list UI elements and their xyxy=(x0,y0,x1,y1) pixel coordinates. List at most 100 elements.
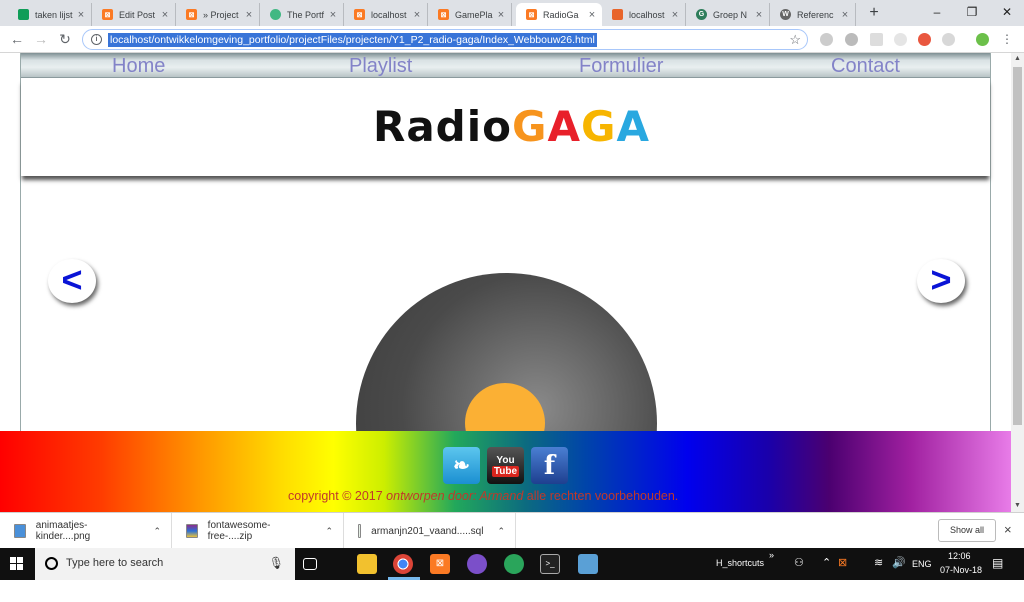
search-placeholder: Type here to search xyxy=(66,557,164,569)
windows-taskbar: Type here to search 🎙 ⊠ >_ H_shortcuts »… xyxy=(0,548,1024,580)
chevron-up-icon[interactable]: ⌃ xyxy=(153,526,161,537)
tab-5[interactable]: ⊠ GamePla × xyxy=(428,3,512,26)
cortana-icon xyxy=(45,557,58,570)
terminal-icon[interactable]: >_ xyxy=(540,554,560,574)
notifications-icon[interactable]: ▤ xyxy=(992,556,1003,570)
nav-playlist[interactable]: Playlist xyxy=(349,55,412,78)
url-text[interactable]: localhost/ontwikkelomgeving_portfolio/pr… xyxy=(108,33,597,47)
tab-title: localhost xyxy=(371,9,407,20)
radio-gaga-logo: RadioGAGA xyxy=(373,102,650,151)
extension-icon[interactable] xyxy=(942,33,955,46)
bookmark-star-icon[interactable]: ☆ xyxy=(789,32,801,48)
copyright-author: ontworpen door: Armand xyxy=(386,489,524,503)
xampp-icon: ⊠ xyxy=(526,9,537,20)
new-tab-button[interactable]: + xyxy=(864,3,884,23)
windows-start-icon[interactable] xyxy=(10,557,24,571)
next-slide-button[interactable]: > xyxy=(917,259,965,303)
microphone-icon[interactable]: 🎙 xyxy=(269,556,284,570)
tab-2[interactable]: ⊠ » Project × xyxy=(176,3,260,26)
app-blue-icon[interactable] xyxy=(578,554,598,574)
profile-icon[interactable] xyxy=(976,33,989,46)
expand-toolbar-icon[interactable]: » xyxy=(769,550,774,560)
browser-toolbar: ← → ↻ i localhost/ontwikkelomgeving_port… xyxy=(0,26,1024,53)
twitter-bird: ❧ xyxy=(453,455,470,477)
task-view-icon[interactable] xyxy=(303,558,317,570)
forward-button[interactable]: → xyxy=(32,30,50,48)
twitter-icon[interactable]: ❧ xyxy=(443,447,480,484)
extension-icon[interactable] xyxy=(870,33,883,46)
download-item[interactable]: fontawesome-free-....zip ⌃ xyxy=(172,513,344,549)
app-green-icon[interactable] xyxy=(504,554,524,574)
tab-9[interactable]: W Referenc × xyxy=(770,3,856,26)
language-indicator[interactable]: ENG xyxy=(912,559,932,569)
close-icon[interactable]: × xyxy=(159,9,171,21)
window-close-button[interactable]: ✕ xyxy=(990,0,1024,24)
close-icon[interactable]: × xyxy=(75,9,87,21)
close-icon[interactable]: × xyxy=(243,9,255,21)
file-explorer-icon[interactable] xyxy=(357,554,377,574)
restore-button[interactable]: ❐ xyxy=(955,0,989,24)
chevron-up-icon[interactable]: ⌃ xyxy=(497,526,505,537)
close-icon[interactable]: × xyxy=(586,9,598,21)
tab-4[interactable]: ⊠ localhost × xyxy=(344,3,428,26)
xampp-tray-icon[interactable]: ⊠ xyxy=(838,556,847,569)
extension-icon[interactable] xyxy=(820,33,833,46)
close-icon[interactable]: × xyxy=(669,9,681,21)
youtube-icon[interactable]: You Tube xyxy=(487,447,524,484)
page-scrollbar[interactable]: ▲ ▼ xyxy=(1011,53,1024,512)
close-icon[interactable]: × xyxy=(495,9,507,21)
copyright-post: alle rechten voorbehouden. xyxy=(523,489,679,503)
close-downloads-icon[interactable]: × xyxy=(1004,522,1012,537)
scroll-up-arrow[interactable]: ▲ xyxy=(1011,53,1024,65)
clock-time[interactable]: 12:06 xyxy=(948,551,971,561)
xampp-taskbar-icon[interactable]: ⊠ xyxy=(430,554,450,574)
extension-icon[interactable] xyxy=(845,33,858,46)
scroll-thumb[interactable] xyxy=(1013,67,1022,425)
close-icon[interactable]: × xyxy=(839,9,851,21)
tab-6-active[interactable]: ⊠ RadioGa × xyxy=(516,3,602,26)
nav-contact[interactable]: Contact xyxy=(831,55,900,78)
toolbar-label[interactable]: H_shortcuts xyxy=(716,558,764,568)
info-icon[interactable]: i xyxy=(91,34,102,45)
close-icon[interactable]: × xyxy=(327,9,339,21)
extension-icon[interactable] xyxy=(918,33,931,46)
show-all-button[interactable]: Show all xyxy=(938,519,996,542)
address-bar[interactable]: i localhost/ontwikkelomgeving_portfolio/… xyxy=(82,29,808,50)
prev-slide-button[interactable]: < xyxy=(48,259,96,303)
xampp-icon: ⊠ xyxy=(102,9,113,20)
tab-1[interactable]: ⊠ Edit Post × xyxy=(92,3,176,26)
archive-file-icon xyxy=(186,524,198,538)
localhost-icon xyxy=(612,9,623,20)
tab-title: GamePla xyxy=(455,9,493,20)
download-item[interactable]: animaatjes-kinder....png ⌃ xyxy=(0,513,172,549)
network-icon[interactable]: ≋ xyxy=(874,556,883,569)
tab-7[interactable]: localhost × xyxy=(602,3,686,26)
extension-icon[interactable] xyxy=(894,33,907,46)
close-icon[interactable]: × xyxy=(411,9,423,21)
nav-formulier[interactable]: Formulier xyxy=(579,55,663,78)
chevron-up-icon[interactable]: ⌃ xyxy=(822,556,831,569)
app-purple-icon[interactable] xyxy=(467,554,487,574)
chevron-up-icon[interactable]: ⌃ xyxy=(325,526,333,537)
minimize-button[interactable]: – xyxy=(920,0,954,24)
copyright-pre: copyright © 2017 xyxy=(288,489,387,503)
nav-home[interactable]: Home xyxy=(112,55,165,78)
reload-button[interactable]: ↻ xyxy=(56,30,74,48)
tab-0[interactable]: taken lijst × xyxy=(8,3,92,26)
people-icon[interactable]: ⚇ xyxy=(794,556,804,569)
clock-date[interactable]: 07-Nov-18 xyxy=(940,565,982,575)
tab-8[interactable]: G Groep N × xyxy=(686,3,770,26)
tab-3[interactable]: The Portf × xyxy=(260,3,344,26)
tab-title: » Project xyxy=(203,9,239,20)
close-icon[interactable]: × xyxy=(753,9,765,21)
downloads-bar: animaatjes-kinder....png ⌃ fontawesome-f… xyxy=(0,512,1024,549)
volume-icon[interactable]: 🔊 xyxy=(892,556,906,569)
back-button[interactable]: ← xyxy=(8,30,26,48)
chrome-icon[interactable] xyxy=(393,554,413,574)
scroll-down-arrow[interactable]: ▼ xyxy=(1011,500,1024,512)
menu-icon[interactable]: ⋮ xyxy=(998,30,1016,48)
taskbar-search[interactable]: Type here to search 🎙 xyxy=(35,548,295,580)
download-item[interactable]: armanjn201_vaand.....sql ⌃ xyxy=(344,513,516,549)
facebook-icon[interactable]: f xyxy=(531,447,568,484)
tab-title: RadioGa xyxy=(543,9,579,20)
